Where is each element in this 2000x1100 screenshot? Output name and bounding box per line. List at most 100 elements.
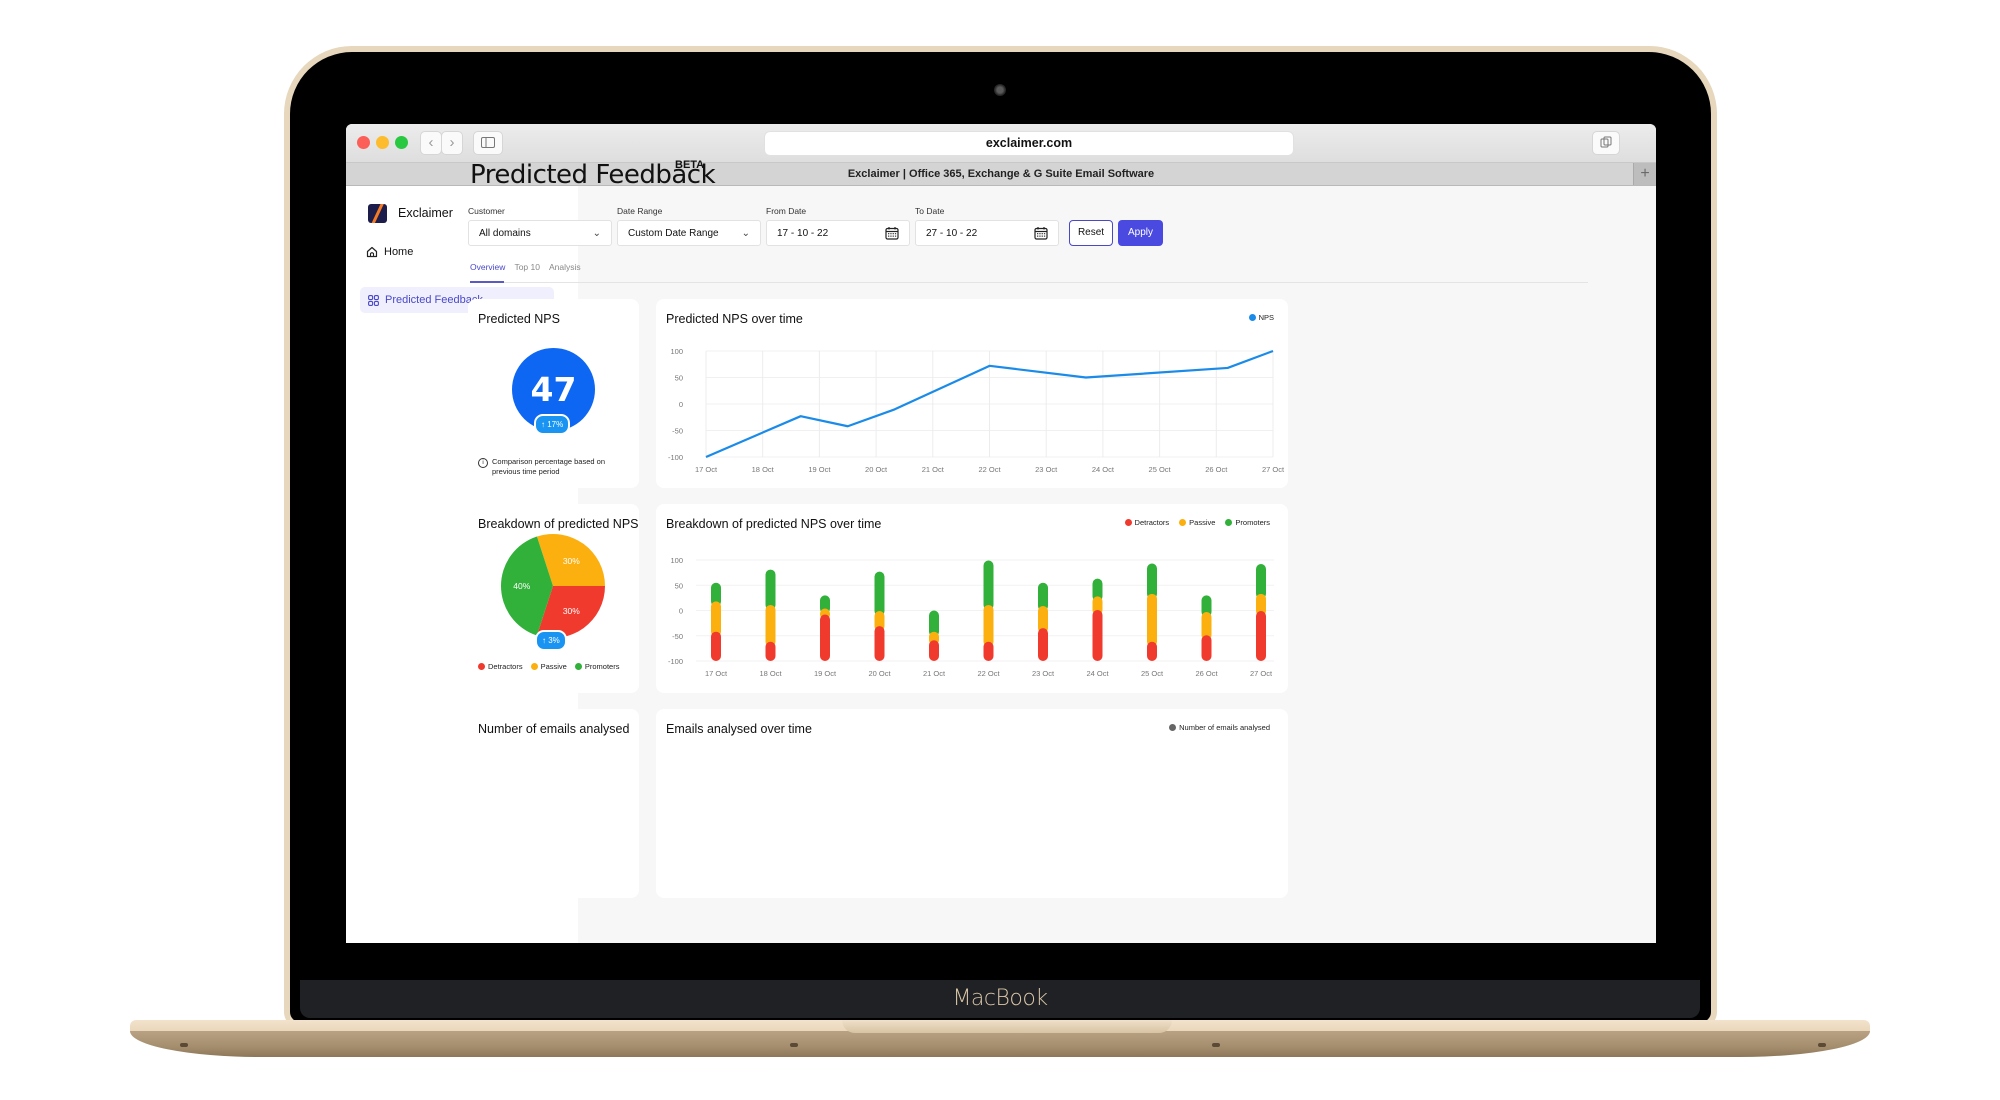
comparison-note: i Comparison percentage based on previou… (478, 457, 628, 477)
grid-icon (368, 294, 379, 306)
x-tick-label: 26 Oct (1195, 669, 1218, 678)
new-tab-button[interactable]: + (1633, 163, 1656, 185)
legend-dot (574, 663, 582, 670)
date-range-select[interactable]: Custom Date Range ⌄ (617, 220, 761, 246)
pie-slice-label: 40% (513, 581, 530, 591)
laptop-foot (180, 1043, 188, 1047)
x-tick-label: 27 Oct (1262, 465, 1285, 474)
bar-segment-detractors (1201, 635, 1212, 661)
sidebar-icon (481, 137, 495, 148)
pie-slice-label: 30% (563, 556, 580, 566)
y-tick-label: -50 (672, 632, 683, 641)
exclaimer-logo (368, 204, 387, 223)
card-title: Number of emails analysed (478, 722, 630, 736)
bar-segment-detractors (711, 631, 721, 661)
sidebar-toggle-button[interactable] (473, 131, 503, 155)
close-window-button[interactable] (357, 136, 370, 149)
y-tick-label: 0 (679, 607, 683, 616)
from-date-value: 17 - 10 - 22 (777, 227, 829, 239)
y-tick-label: 100 (670, 347, 683, 356)
from-date-label: From Date (766, 206, 807, 216)
bar-segment-detractors (1092, 609, 1103, 661)
legend-label: Passive (540, 662, 567, 671)
x-tick-label: 22 Oct (978, 465, 1001, 474)
x-tick-label: 21 Oct (923, 669, 946, 678)
nps-over-time-card: Predicted NPS over time NPS 100 50 0 -50 -10… (656, 299, 1288, 488)
card-title: Emails analysed over time (666, 722, 812, 736)
laptop-foot (1818, 1043, 1826, 1047)
brand-name: Exclaimer (398, 206, 453, 220)
legend-label: Detractors (488, 662, 523, 671)
emails-legend: Number of emails analysed (1169, 723, 1270, 732)
nps-change-badge: ↑ 17% (534, 414, 571, 435)
breakdown-card: Breakdown of predicted NPS 30% 30% 40% ↑ 3… (468, 504, 639, 693)
legend-item-promoters: Promoters (574, 662, 620, 671)
x-tick-label: 27 Oct (1250, 669, 1273, 678)
note-text: Comparison percentage based on previous … (492, 457, 605, 476)
x-tick-label: 17 Oct (705, 669, 728, 678)
customer-label: Customer (468, 206, 505, 216)
bar-segment-detractors (1256, 611, 1266, 661)
tab-analysis[interactable]: Analysis (549, 262, 581, 272)
from-date-input[interactable]: 17 - 10 - 22 (766, 220, 910, 246)
customer-value: All domains (479, 227, 531, 239)
x-tick-label: 25 Oct (1141, 669, 1164, 678)
y-tick-label: 100 (670, 556, 683, 565)
legend-label: Promoters (584, 662, 620, 671)
chevron-right-icon: › (449, 134, 455, 151)
camera-icon (994, 84, 1006, 96)
url-bar[interactable]: exclaimer.com (764, 131, 1294, 156)
pie-legend: Detractors Passive Promoters (478, 662, 619, 671)
tab-divider (470, 282, 1588, 283)
legend-item-emails: Number of emails analysed (1169, 723, 1270, 732)
legend-label: Number of emails analysed (1179, 723, 1270, 732)
x-tick-label: 26 Oct (1205, 465, 1228, 474)
bar-segment-detractors (820, 614, 830, 661)
emails-count-card: Number of emails analysed (468, 709, 639, 898)
reset-button[interactable]: Reset (1069, 220, 1113, 246)
home-icon (366, 246, 378, 258)
tabs-icon (1600, 136, 1612, 148)
sidebar-item-home[interactable]: Home (366, 241, 413, 263)
to-date-label: To Date (915, 206, 945, 216)
x-tick-label: 23 Oct (1032, 669, 1055, 678)
pie-slice-label: 30% (563, 606, 580, 616)
bar-segment-promoters (1147, 563, 1157, 599)
tabs-overview-button[interactable] (1592, 131, 1620, 155)
tab-top-10[interactable]: Top 10 (514, 262, 540, 272)
y-tick-label: -50 (672, 427, 683, 436)
apply-button[interactable]: Apply (1118, 220, 1163, 246)
minimize-window-button[interactable] (376, 136, 389, 149)
tab-overview[interactable]: Overview (470, 262, 505, 272)
bar-segment-passive (1147, 593, 1157, 647)
bar-segment-passive (983, 604, 994, 647)
to-date-input[interactable]: 27 - 10 - 22 (915, 220, 1059, 246)
bar-segment-promoters (765, 569, 776, 610)
calendar-icon[interactable] (1034, 226, 1048, 240)
x-tick-label: 21 Oct (922, 465, 945, 474)
x-tick-label: 19 Oct (808, 465, 831, 474)
legend-dot (1169, 724, 1177, 731)
chevron-left-icon: ‹ (428, 134, 434, 151)
legend-item-detractors: Detractors (478, 662, 523, 671)
y-tick-label: -100 (668, 453, 683, 462)
laptop-foot (1212, 1043, 1220, 1047)
bar-segment-passive (765, 604, 776, 647)
beta-badge: BETA (675, 159, 705, 171)
bar-segment-detractors (983, 641, 994, 661)
customer-select[interactable]: All domains ⌄ (468, 220, 612, 246)
maximize-window-button[interactable] (395, 136, 408, 149)
date-range-value: Custom Date Range (628, 227, 719, 239)
bar-segment-detractors (874, 626, 885, 661)
y-tick-label: 50 (675, 581, 683, 590)
to-date-value: 27 - 10 - 22 (926, 227, 978, 239)
forward-button[interactable]: › (441, 131, 463, 155)
x-tick-label: 19 Oct (814, 669, 837, 678)
back-button[interactable]: ‹ (420, 131, 442, 155)
tab-bar: Overview Top 10 Analysis (470, 262, 581, 272)
x-tick-label: 18 Oct (759, 669, 782, 678)
laptop-notch (842, 1020, 1172, 1033)
calendar-icon[interactable] (885, 226, 899, 240)
x-tick-label: 22 Oct (977, 669, 1000, 678)
emails-over-time-card: Emails analysed over time Number of emai… (656, 709, 1288, 898)
